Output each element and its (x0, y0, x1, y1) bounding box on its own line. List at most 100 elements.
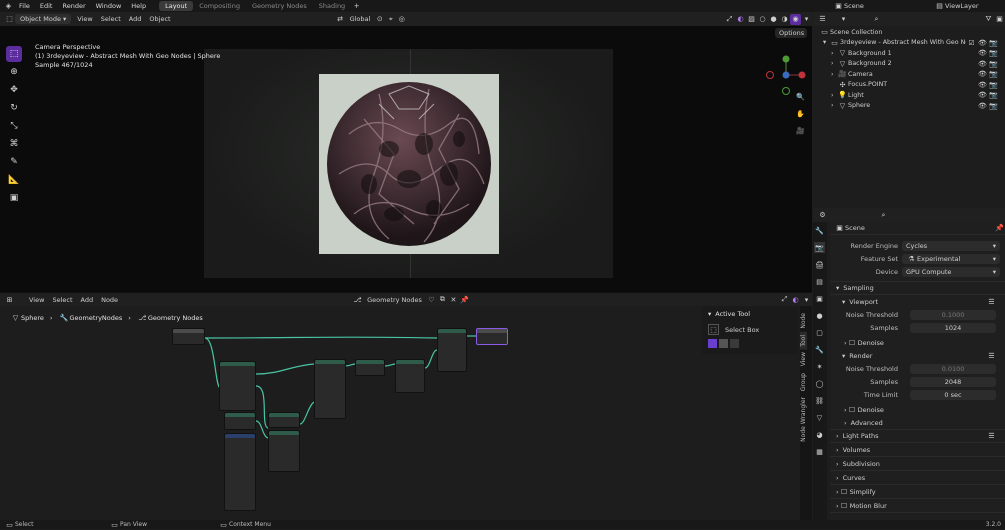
viewport-menu-add[interactable]: Add (125, 14, 146, 24)
select-mode-new-icon[interactable] (708, 339, 717, 348)
presets-icon[interactable]: ☰ (986, 296, 997, 307)
viewport-subsection[interactable]: ▾ Viewport ☰ (830, 295, 1005, 308)
sidebar-tab-tool[interactable]: Tool (800, 331, 807, 350)
new-collection-icon[interactable]: ▣ (994, 14, 1005, 25)
sidebar-tab-node[interactable]: Node (800, 310, 807, 332)
display-mode-icon[interactable]: ▾ (838, 14, 849, 25)
annotate-tool-icon[interactable]: ✎ (6, 154, 22, 170)
camera-view-icon[interactable]: 🎥 (795, 125, 806, 136)
node-points-to-volume[interactable] (314, 359, 346, 419)
node-distribute-points[interactable] (219, 361, 256, 411)
blender-logo-icon[interactable]: ◈ (3, 1, 14, 12)
add-cube-tool-icon[interactable]: ▣ (6, 190, 22, 206)
node-menu-view[interactable]: View (25, 295, 48, 305)
render-visibility-icon[interactable]: 📷 (988, 69, 999, 80)
physics-tab-icon[interactable]: ◯ (814, 378, 825, 389)
node-editor[interactable]: ▽ Sphere › 🔧 GeometryNodes › ⎇ Geometry … (0, 306, 812, 520)
select-box-icon[interactable]: ⬚ (708, 324, 719, 335)
denoise-checkbox-icon[interactable]: ☐ (847, 337, 858, 348)
transform-orientation-dropdown[interactable]: Global (346, 14, 375, 24)
node-mesh-to-points[interactable] (268, 430, 300, 472)
rotate-tool-icon[interactable]: ↻ (6, 100, 22, 116)
unlink-icon[interactable]: ✕ (448, 294, 459, 305)
transform-tool-icon[interactable]: ⌘ (6, 136, 22, 152)
light-paths-section[interactable]: › Light Paths ☰ (830, 429, 1005, 443)
outliner-item[interactable]: › ▽ Sphere 👁 📷 (819, 101, 999, 112)
render-presets-icon[interactable]: ☰ (986, 350, 997, 361)
sidebar-tab-view[interactable]: View (800, 349, 807, 369)
viewport-menu-view[interactable]: View (73, 14, 96, 24)
viewport-menu-object[interactable]: Object (145, 14, 174, 24)
cursor-tool-icon[interactable]: ⊕ (6, 64, 22, 80)
snap-node-icon[interactable]: ⤢ (779, 294, 790, 305)
pin-icon[interactable]: 📌 (459, 294, 470, 305)
curves-section[interactable]: › Curves (830, 471, 1005, 485)
volumes-section[interactable]: › Volumes (830, 443, 1005, 457)
proportional-icon[interactable]: ◎ (396, 14, 407, 25)
node-volume-to-mesh[interactable] (355, 359, 385, 376)
viewport-denoise-subsection[interactable]: › ☐ Denoise (830, 336, 1005, 349)
node-set-shade-smooth[interactable] (395, 359, 425, 393)
shading-options-icon[interactable]: ▾ (801, 14, 812, 25)
constraint-tab-icon[interactable]: ⛓ (814, 395, 825, 406)
render-visibility-icon[interactable]: 📷 (988, 100, 999, 111)
wireframe-shading-icon[interactable]: ○ (757, 14, 768, 25)
viewport-3d[interactable]: Camera Perspective (1) 3rdeyeview - Abst… (0, 26, 812, 292)
menu-window[interactable]: Window (91, 2, 127, 10)
visibility-icon[interactable]: 👁 (977, 79, 988, 90)
node-editor-type-icon[interactable]: ⊞ (4, 294, 15, 305)
outliner-editor-icon[interactable]: ☰ (817, 14, 828, 25)
pan-hand-icon[interactable]: ✋ (795, 108, 806, 119)
particles-tab-icon[interactable]: ✶ (814, 361, 825, 372)
advanced-subsection[interactable]: › Advanced (830, 416, 1005, 429)
outliner-scene-collection[interactable]: ▭ Scene Collection (819, 27, 999, 38)
visibility-icon[interactable]: 👁 (977, 69, 988, 80)
render-visibility-icon[interactable]: 📷 (988, 90, 999, 101)
light-paths-presets-icon[interactable]: ☰ (986, 431, 997, 442)
options-button[interactable]: Options (775, 28, 807, 38)
node-group-output[interactable] (476, 328, 508, 345)
context-pin-icon[interactable]: 📌 (994, 223, 1005, 234)
scene-tab-icon[interactable]: ▣ (814, 293, 825, 304)
motion-blur-checkbox-icon[interactable]: ☐ (839, 500, 850, 511)
visibility-icon[interactable]: 👁 (977, 37, 988, 48)
data-tab-icon[interactable]: ▽ (814, 412, 825, 423)
texture-tab-icon[interactable]: ▦ (814, 446, 825, 457)
tab-layout[interactable]: Layout (159, 1, 194, 11)
properties-search-icon[interactable]: ⌕ (878, 210, 889, 221)
move-tool-icon[interactable]: ✥ (6, 82, 22, 98)
scale-tool-icon[interactable]: ⤡ (6, 118, 22, 134)
tab-shading[interactable]: Shading (313, 1, 351, 11)
simplify-section[interactable]: › ☐ Simplify (830, 485, 1005, 499)
scene-name[interactable]: Scene (844, 2, 934, 10)
render-visibility-icon[interactable]: 📷 (988, 79, 999, 90)
motion-blur-section[interactable]: › ☐ Motion Blur (830, 499, 1005, 513)
zoom-icon[interactable]: 🔍 (795, 91, 806, 102)
rendered-shading-icon[interactable]: ◉ (790, 13, 801, 25)
render-engine-dropdown[interactable]: Cycles ▾ (902, 240, 1000, 251)
modifier-tab-icon[interactable]: 🔧 (814, 344, 825, 355)
render-visibility-icon[interactable]: 📷 (988, 48, 999, 59)
properties-editor-icon[interactable]: ⚙ (817, 210, 828, 221)
render-subsection[interactable]: ▾ Render ☰ (830, 349, 1005, 362)
visibility-icon[interactable]: 👁 (977, 90, 988, 101)
add-workspace-icon[interactable]: + (351, 1, 362, 12)
menu-edit[interactable]: Edit (35, 2, 58, 10)
measure-tool-icon[interactable]: 📐 (6, 172, 22, 188)
viewport-samples-field[interactable]: 1024 (910, 322, 996, 333)
outliner-item[interactable]: › 💡 Light 👁 📷 (819, 90, 999, 101)
overlay-icon[interactable]: ◐ (735, 14, 746, 25)
gizmo-icon[interactable]: ⤢ (724, 14, 735, 25)
node-menu-select[interactable]: Select (48, 295, 76, 305)
xray-icon[interactable]: ▨ (746, 14, 757, 25)
menu-help[interactable]: Help (126, 2, 151, 10)
tab-geometry-nodes[interactable]: Geometry Nodes (246, 1, 313, 11)
visibility-icon[interactable]: 👁 (977, 100, 988, 111)
sidebar-tab-node-wrangler[interactable]: Node Wrangler (800, 394, 807, 445)
outliner-search-icon[interactable]: ⌕ (871, 14, 882, 25)
outliner-item[interactable]: › ▽ Background 2 👁 📷 (819, 59, 999, 70)
object-tab-icon[interactable]: ▢ (814, 327, 825, 338)
render-visibility-icon[interactable]: 📷 (988, 58, 999, 69)
view-layer-name[interactable]: ViewLayer (945, 2, 1005, 10)
node-set-material[interactable] (437, 328, 467, 372)
